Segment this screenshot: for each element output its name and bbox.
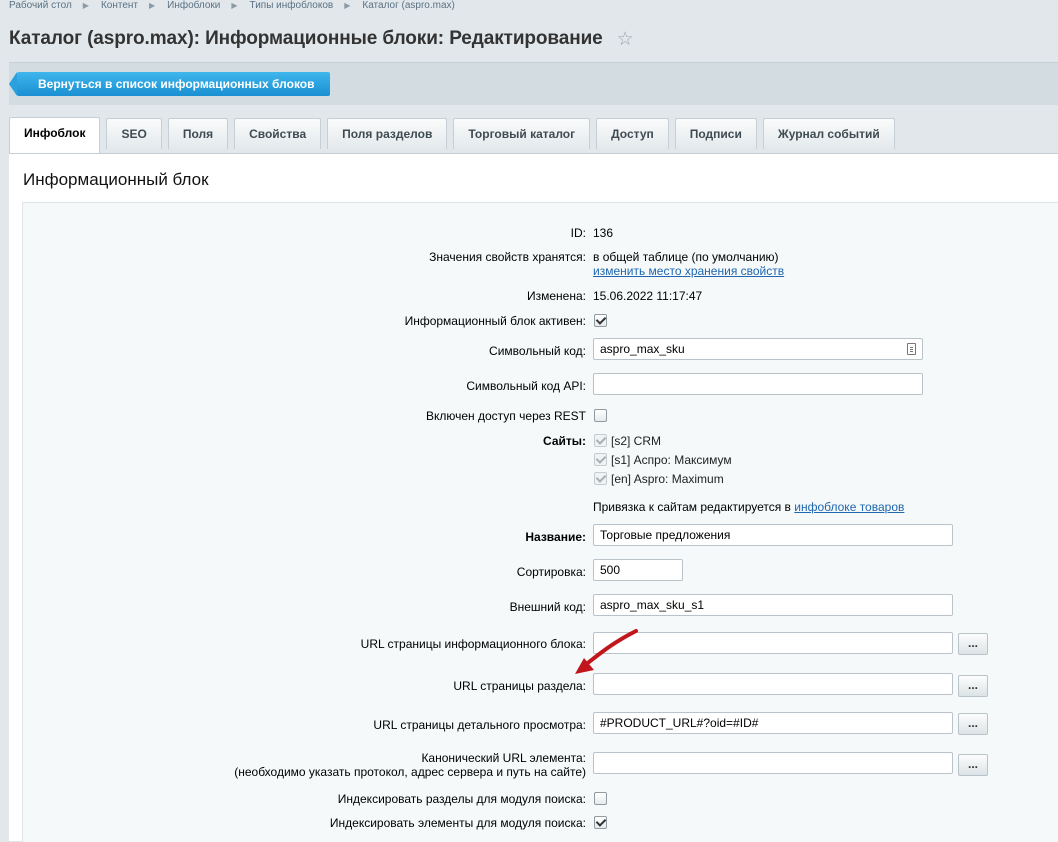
site-s1-checkbox — [594, 453, 607, 466]
canonical-url-input[interactable] — [593, 752, 953, 774]
breadcrumb-item-iblock-types[interactable]: Типы инфоблоков — [250, 0, 334, 11]
active-label: Информационный блок активен: — [404, 314, 586, 328]
index-sections-checkbox[interactable] — [594, 792, 607, 805]
breadcrumb-item-iblocks[interactable]: Инфоблоки — [167, 0, 220, 11]
modified-label: Изменена: — [527, 289, 586, 303]
tab-properties[interactable]: Свойства — [234, 118, 322, 149]
detail-url-macro-button[interactable]: ... — [958, 713, 988, 735]
list-url-input[interactable] — [593, 632, 953, 654]
sites-note: Привязка к сайтам редактируется в инфобл… — [593, 500, 904, 514]
site-s2-checkbox — [594, 434, 607, 447]
detail-url-input[interactable]: #PRODUCT_URL#?oid=#ID# — [593, 712, 953, 734]
breadcrumb-item-content[interactable]: Контент — [101, 0, 138, 11]
code-input-value: aspro_max_sku — [600, 342, 685, 356]
breadcrumb-separator-icon: ▶ — [344, 1, 351, 10]
red-arrow-icon — [575, 629, 638, 674]
index-elements-label: Индексировать элементы для модуля поиска… — [329, 816, 586, 830]
section-url-label: URL страницы раздела: — [453, 679, 586, 693]
section-url-macro-button[interactable]: ... — [958, 675, 988, 697]
id-label: ID: — [570, 226, 586, 240]
sites-note-text: Привязка к сайтам редактируется в — [593, 500, 795, 514]
change-storage-link[interactable]: изменить место хранения свойств — [593, 264, 784, 278]
tab-section-fields[interactable]: Поля разделов — [327, 118, 448, 149]
tab-trade-catalog[interactable]: Торговый каталог — [453, 118, 591, 149]
site-en-label: [en] Aspro: Maximum — [611, 472, 724, 486]
active-checkbox[interactable] — [594, 314, 607, 327]
external-code-label: Внешний код: — [509, 600, 586, 614]
breadcrumb-separator-icon: ▶ — [231, 1, 238, 10]
storage-value: в общей таблице (по умолчанию) — [593, 250, 779, 264]
breadcrumb-item-desktop[interactable]: Рабочий стол — [9, 0, 72, 11]
tab-captions[interactable]: Подписи — [674, 118, 757, 149]
breadcrumb-separator-icon: ▶ — [82, 1, 89, 10]
sort-label: Сортировка: — [516, 565, 586, 579]
sites-label: Сайты: — [543, 434, 586, 448]
api-code-input[interactable] — [593, 373, 923, 395]
breadcrumb: Рабочий стол ▶ Контент ▶ Инфоблоки ▶ Типы инфо… — [9, 0, 455, 13]
external-code-input[interactable]: aspro_max_sku_s1 — [593, 594, 953, 616]
id-value: 136 — [593, 226, 614, 240]
document-icon[interactable] — [907, 343, 916, 355]
modified-value: 15.06.2022 11:17:47 — [593, 289, 703, 303]
storage-label: Значения свойств хранятся: — [429, 250, 586, 264]
breadcrumb-separator-icon: ▶ — [148, 1, 156, 10]
tab-seo[interactable]: SEO — [106, 118, 162, 149]
list-url-macro-button[interactable]: ... — [958, 633, 988, 655]
canonical-url-macro-button[interactable]: ... — [958, 754, 988, 776]
section-title: Информационный блок — [23, 170, 209, 189]
canonical-label: Канонический URL элемента: — [421, 751, 586, 765]
api-code-label: Символьный код API: — [466, 379, 586, 393]
index-sections-label: Индексировать разделы для модуля поиска: — [337, 792, 586, 806]
tab-bar: Инфоблок SEO Поля Свойства Поля разделов… — [9, 117, 901, 153]
tab-access[interactable]: Доступ — [596, 118, 669, 149]
site-s2-label: [s2] CRM — [611, 434, 662, 448]
canonical-hint: (необходимо указать протокол, адрес серв… — [234, 765, 586, 779]
iblock-form: ID: 136 Значения свойств хранятся: в общ… — [22, 202, 1058, 842]
breadcrumb-item-catalog[interactable]: Каталог (aspro.max) — [362, 0, 454, 11]
detail-url-label: URL страницы детального просмотра: — [373, 718, 586, 732]
name-input[interactable]: Торговые предложения — [593, 524, 953, 546]
product-iblock-link[interactable]: инфоблоке товаров — [794, 500, 904, 514]
edit-panel: Информационный блок ID: 136 Значения сво… — [9, 153, 1058, 842]
tab-fields[interactable]: Поля — [167, 118, 229, 149]
page-title: Каталог (aspro.max): Информационные блок… — [9, 28, 603, 49]
name-label: Название: — [525, 530, 586, 544]
site-en-checkbox — [594, 472, 607, 485]
code-input[interactable]: aspro_max_sku — [593, 338, 923, 360]
page-header: Каталог (aspro.max): Информационные блок… — [9, 26, 634, 52]
back-to-list-button[interactable]: Вернуться в список информационных блоков — [9, 72, 330, 96]
tab-iblock[interactable]: Инфоблок — [9, 117, 101, 153]
star-icon[interactable]: ☆ — [617, 30, 634, 49]
toolbar: Вернуться в список информационных блоков — [9, 62, 1058, 105]
index-elements-checkbox[interactable] — [594, 816, 607, 829]
code-label: Символьный код: — [489, 344, 586, 358]
section-url-input[interactable] — [593, 673, 953, 695]
list-url-label: URL страницы информационного блока: — [360, 637, 586, 651]
rest-label: Включен доступ через REST — [425, 409, 586, 423]
tab-event-log[interactable]: Журнал событий — [762, 118, 895, 149]
rest-checkbox[interactable] — [594, 409, 607, 422]
sort-input[interactable]: 500 — [593, 559, 683, 581]
site-s1-label: [s1] Аспро: Максимум — [611, 453, 732, 467]
